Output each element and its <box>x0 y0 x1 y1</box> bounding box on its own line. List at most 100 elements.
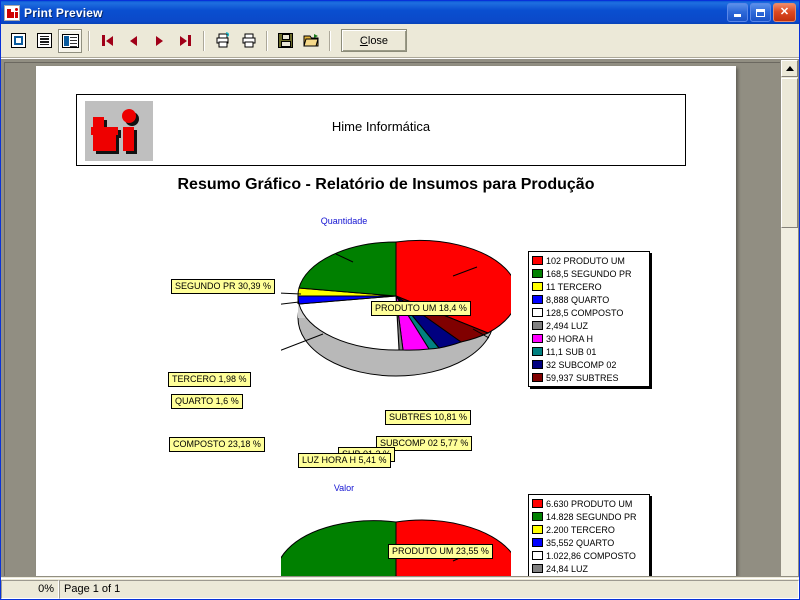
callout-tercero: TERCERO 1,98 % <box>168 372 251 387</box>
legend-label: 24,84 LUZ <box>546 563 589 574</box>
legend-swatch <box>532 308 543 317</box>
wide-page-view-button[interactable] <box>58 28 82 53</box>
legend-swatch <box>532 269 543 278</box>
legend-swatch <box>532 321 543 330</box>
legend-item: 8,888 QUARTO <box>532 293 646 306</box>
legend-item: 59,937 SUBTRES <box>532 371 646 384</box>
preview-viewport: Hime Informática Resumo Gráfico - Relató… <box>4 62 780 576</box>
print-setup-button[interactable] <box>210 29 234 53</box>
legend-label: 30 HORA H <box>546 333 594 344</box>
legend-item: 1.022,86 COMPOSTO <box>532 549 646 562</box>
callout-produto-um: PRODUTO UM 18,4 % <box>371 301 471 316</box>
save-button[interactable] <box>273 29 297 53</box>
floppy-disk-icon <box>277 33 293 48</box>
chart-title-valor: Valor <box>333 483 355 493</box>
close-icon: ✕ <box>779 6 790 18</box>
window-title: Print Preview <box>24 5 103 20</box>
wide-page-icon <box>61 33 79 48</box>
open-button[interactable] <box>299 29 323 53</box>
callout-valor-produto-um: PRODUTO UM 23,55 % <box>388 544 493 559</box>
callout-subtres: SUBTRES 10,81 % <box>385 410 472 425</box>
scroll-up-button[interactable] <box>781 60 798 77</box>
legend-swatch <box>532 295 543 304</box>
open-folder-icon <box>302 34 319 47</box>
legend-swatch <box>532 525 543 534</box>
minimize-icon <box>734 13 741 17</box>
legend-valor: 6.630 PRODUTO UM 14.828 SEGUNDO PR 2.200 T… <box>528 494 650 576</box>
zoom-level: 0% <box>1 579 59 599</box>
minimize-button[interactable] <box>727 3 748 22</box>
close-preview-button[interactable]: Close <box>341 29 407 52</box>
previous-page-button[interactable] <box>121 29 145 53</box>
legend-label: 2,494 LUZ <box>546 320 589 331</box>
legend-swatch <box>532 334 543 343</box>
print-preview-window: Print Preview ✕ C lose Hime Informática … <box>0 0 800 600</box>
callout-quarto: QUARTO 1,6 % <box>171 394 243 409</box>
close-button-accesskey: C <box>359 34 368 47</box>
first-page-button[interactable] <box>95 29 119 53</box>
legend-label: 102 PRODUTO UM <box>546 255 625 266</box>
legend-swatch <box>532 360 543 369</box>
legend-item: 128,5 COMPOSTO <box>532 306 646 319</box>
legend-label: 11,1 SUB 01 <box>546 346 597 357</box>
legend-swatch <box>532 499 543 508</box>
legend-label: 1.022,86 COMPOSTO <box>546 550 636 561</box>
legend-item: 32 SUBCOMP 02 <box>532 358 646 371</box>
legend-label: 59,937 SUBTRES <box>546 372 619 383</box>
chart-title-quantidade: Quantidade <box>320 216 368 226</box>
legend-item: 35,552 QUARTO <box>532 536 646 549</box>
legend-label: 6.630 PRODUTO UM <box>546 498 633 509</box>
legend-item: 11 TERCERO <box>532 280 646 293</box>
legend-label: 35,552 QUARTO <box>546 537 615 548</box>
printer-icon <box>242 33 255 48</box>
company-name: Hime Informática <box>331 119 431 134</box>
legend-swatch <box>532 564 543 573</box>
legend-item: 2.200 TERCERO <box>532 523 646 536</box>
report-header-box: Hime Informática <box>76 94 686 166</box>
maximize-button[interactable] <box>750 3 771 22</box>
preview-area: Hime Informática Resumo Gráfico - Relató… <box>1 58 799 577</box>
report-title: Resumo Gráfico - Relatório de Insumos pa… <box>177 176 595 193</box>
last-page-icon <box>179 35 191 46</box>
legend-quantidade: 102 PRODUTO UM 168,5 SEGUNDO PR 11 TERCERO… <box>528 251 650 387</box>
legend-item: 1.110 HORA H <box>532 575 646 576</box>
legend-item: 102 PRODUTO UM <box>532 254 646 267</box>
legend-label: 128,5 COMPOSTO <box>546 307 624 318</box>
print-button[interactable] <box>236 29 260 53</box>
toolbar-separator <box>266 30 267 51</box>
last-page-button[interactable] <box>173 29 197 53</box>
legend-swatch <box>532 282 543 291</box>
close-button-label: lose <box>367 34 389 47</box>
toolbar-separator <box>203 30 204 51</box>
next-page-button[interactable] <box>147 29 171 53</box>
toolbar: Close <box>1 24 799 58</box>
legend-label: 32 SUBCOMP 02 <box>546 359 617 370</box>
legend-swatch <box>532 256 543 265</box>
scrollbar-track[interactable] <box>781 78 798 576</box>
scrollbar-thumb[interactable] <box>781 78 798 228</box>
legend-label: 168,5 SEGUNDO PR <box>546 268 632 279</box>
lines-page-icon <box>36 33 52 48</box>
vertical-scrollbar[interactable] <box>781 60 798 576</box>
previous-page-icon <box>129 35 137 46</box>
callout-luz-horah: LUZ HORA H 5,41 % <box>298 453 391 468</box>
legend-item: 168,5 SEGUNDO PR <box>532 267 646 280</box>
maximize-icon <box>756 8 765 17</box>
legend-swatch <box>532 538 543 547</box>
callout-segundo-pr: SEGUNDO PR 30,39 % <box>171 279 276 294</box>
preview-page: Hime Informática Resumo Gráfico - Relató… <box>36 66 736 576</box>
legend-swatch <box>532 347 543 356</box>
chevron-up-icon <box>785 66 794 71</box>
legend-item: 24,84 LUZ <box>532 562 646 575</box>
legend-swatch <box>532 512 543 521</box>
window-controls: ✕ <box>727 3 796 22</box>
one-page-view-button[interactable] <box>6 29 30 53</box>
close-window-button[interactable]: ✕ <box>773 3 796 22</box>
title-bar: Print Preview ✕ <box>1 1 799 24</box>
legend-label: 2.200 TERCERO <box>546 524 615 535</box>
legend-item: 6.630 PRODUTO UM <box>532 497 646 510</box>
first-page-icon <box>101 35 113 46</box>
toolbar-separator <box>329 30 330 51</box>
text-view-button[interactable] <box>32 29 56 53</box>
legend-label: 8,888 QUARTO <box>546 294 610 305</box>
